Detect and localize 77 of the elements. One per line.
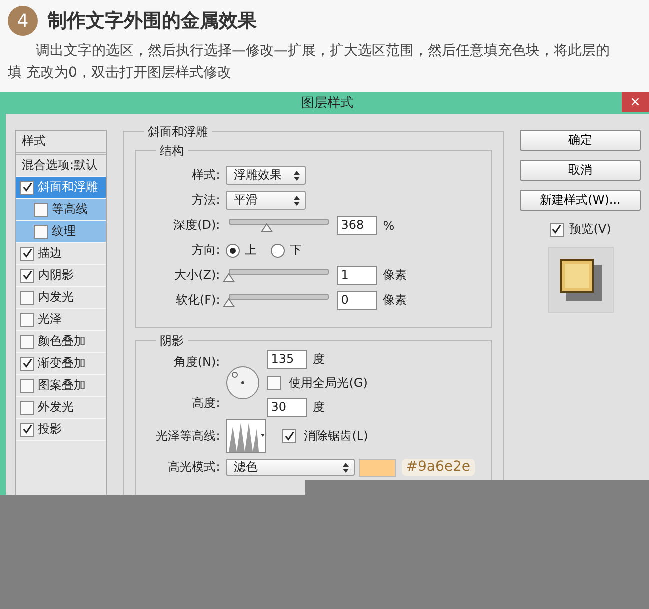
field-label: 方法: [191, 192, 222, 209]
checkbox[interactable] [550, 222, 564, 236]
checkbox[interactable] [34, 224, 48, 238]
slider-thumb[interactable] [223, 273, 236, 282]
checkbox[interactable] [282, 429, 296, 443]
field-label: 角度(N): [172, 354, 222, 371]
updown-icon [343, 462, 350, 472]
group-title: 斜面和浮雕 [144, 124, 212, 141]
checkbox[interactable] [20, 400, 34, 414]
style-list-item[interactable]: 图案叠加 [16, 375, 106, 397]
group-title: 阴影 [156, 333, 188, 350]
style-list-item[interactable]: 光泽 [16, 309, 106, 331]
slider-thumb[interactable] [223, 298, 236, 307]
unit-label: 像素 [383, 292, 408, 309]
style-list-item[interactable]: 内发光 [16, 287, 106, 309]
input-field[interactable]: 368 [337, 216, 378, 235]
unit-label: % [383, 218, 395, 232]
color-code-tag: #9a6e2e [402, 459, 474, 476]
radio-option[interactable]: 下 [271, 242, 302, 259]
field-label: 深度(D): [172, 217, 222, 234]
dropdown[interactable]: 平滑 [226, 191, 306, 210]
input-field[interactable]: 0 [337, 291, 378, 310]
style-list-item[interactable]: 内阴影 [16, 265, 106, 287]
radio-option[interactable]: 上 [226, 242, 258, 259]
step-number: 4 [8, 6, 38, 36]
style-list-item[interactable]: 渐变叠加 [16, 353, 106, 375]
style-list-item[interactable]: 投影 [16, 419, 106, 441]
unit-label: 度 [313, 350, 326, 368]
dropdown[interactable]: 滤色 [226, 459, 356, 476]
slider-thumb[interactable] [261, 223, 274, 232]
style-list-item[interactable]: 纹理 [16, 221, 106, 243]
field-label: 软化(F): [174, 292, 222, 309]
input-field[interactable]: 135 [267, 350, 308, 368]
checkbox[interactable] [20, 246, 34, 260]
input-field[interactable]: 1 [337, 266, 378, 285]
field-label: 光泽等高线: [155, 428, 222, 444]
checkbox-option[interactable]: 使用全局光(G) [267, 372, 368, 394]
window-title: 图层样式 [302, 95, 354, 112]
field-label: 大小(Z): [174, 267, 222, 284]
close-button[interactable]: × [622, 92, 649, 112]
unit-label: 度 [313, 398, 326, 416]
dialog-button[interactable]: 取消 [520, 160, 641, 181]
checkbox[interactable] [20, 312, 34, 326]
checkbox[interactable] [20, 356, 34, 370]
input-field[interactable]: 30 [267, 398, 308, 416]
checkbox-label: 消除锯齿(L) [304, 428, 368, 444]
updown-icon [294, 170, 300, 180]
dialog-button[interactable]: 确定 [520, 130, 641, 151]
step-title: 制作文字外围的金属效果 [48, 9, 257, 34]
checkbox[interactable] [34, 202, 48, 216]
checkbox[interactable] [20, 290, 34, 304]
checkbox-label: 预览(V) [570, 221, 612, 238]
checkbox[interactable] [20, 268, 34, 282]
checkbox[interactable] [20, 180, 34, 194]
list-header: 样式 [16, 131, 106, 155]
updown-icon [294, 196, 300, 206]
color-swatch[interactable] [359, 458, 396, 476]
dialog-button[interactable]: 新建样式(W)... [520, 190, 641, 211]
style-list-item[interactable]: 颜色叠加 [16, 331, 106, 353]
checkbox[interactable] [267, 376, 282, 390]
checkbox[interactable] [20, 378, 34, 392]
angle-dial[interactable] [226, 366, 260, 400]
checkbox[interactable] [20, 422, 34, 436]
style-list-item[interactable]: 等高线 [16, 199, 106, 221]
checkbox[interactable] [20, 334, 34, 348]
contour-picker[interactable] [226, 419, 266, 453]
field-label: 方向: [191, 242, 222, 259]
group-title: 结构 [156, 143, 188, 160]
field-label: 高度: [191, 395, 222, 412]
style-list-item[interactable]: 外发光 [16, 397, 106, 419]
checkbox-label: 使用全局光(G) [289, 374, 368, 392]
step-description: 调出文字的选区，然后执行选择—修改—扩展，扩大选区范围，然后任意填充色块，将此层的填 充改为0，双击打开图层样式修改 [8, 42, 611, 83]
style-list-item[interactable]: 描边 [16, 243, 106, 265]
unit-label: 像素 [383, 267, 408, 284]
field-label: 高光模式: [167, 459, 222, 476]
field-label: 样式: [191, 167, 222, 184]
dropdown[interactable]: 浮雕效果 [226, 166, 306, 185]
